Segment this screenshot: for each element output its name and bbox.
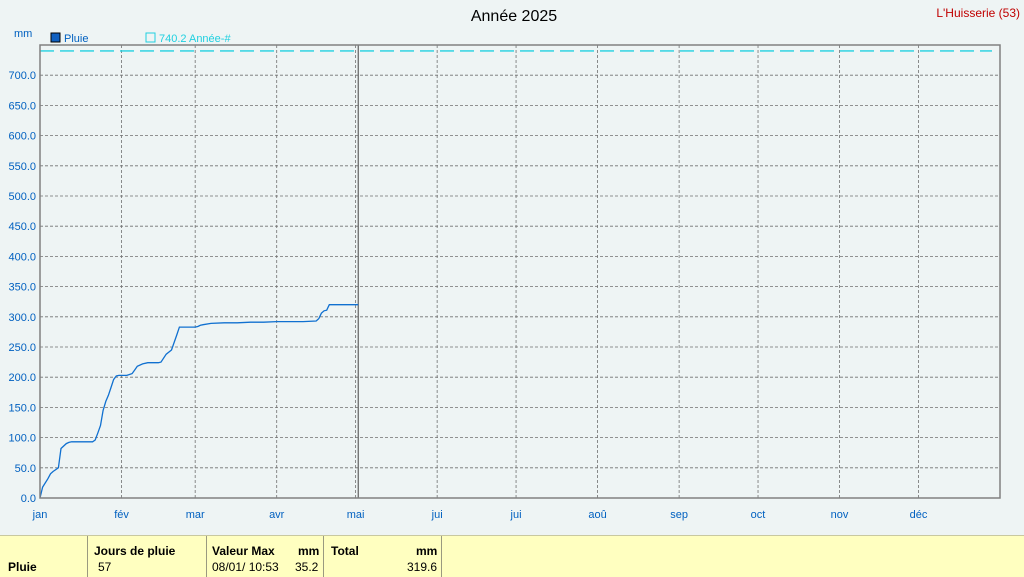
y-axis-unit: mm: [14, 28, 32, 40]
stats-divider: [441, 536, 442, 577]
stats-divider: [206, 536, 207, 577]
y-tick-label: 450.0: [8, 221, 36, 233]
y-tick-label: 600.0: [8, 131, 36, 143]
x-tick-label: fév: [114, 509, 129, 521]
max-value-date: 08/01/ 10:53: [212, 560, 279, 574]
y-tick-label: 50.0: [15, 463, 36, 475]
chart-title: Année 2025: [471, 8, 557, 25]
plot-frame: [39, 44, 1001, 499]
x-tick-label: mai: [347, 509, 365, 521]
y-tick-label: 650.0: [8, 100, 36, 112]
legend-swatch-pluie: [50, 32, 61, 43]
x-tick-label: sep: [670, 509, 688, 521]
rain-days-value: 57: [98, 560, 112, 574]
stats-divider: [87, 536, 88, 577]
x-tick-label: aoû: [588, 509, 606, 521]
station-label: L'Huisserie (53): [936, 6, 1020, 20]
stats-row-label: Pluie: [8, 560, 37, 574]
y-tick-label: 550.0: [8, 161, 36, 173]
series-line-pluie: [39, 304, 359, 499]
legend-label-annee: 740.2 Année-#: [159, 33, 231, 45]
x-tick-label: nov: [831, 509, 849, 521]
total-unit: mm: [416, 544, 438, 558]
legend: Pluie 740.2 Année-#: [50, 32, 231, 45]
y-tick-label: 100.0: [8, 433, 36, 445]
x-tick-label: avr: [269, 509, 285, 521]
x-tick-label: déc: [910, 509, 928, 521]
legend-swatch-annee: [145, 32, 156, 43]
max-value-unit: mm: [298, 544, 320, 558]
x-tick-label: jan: [32, 509, 48, 521]
max-value-amount: 35.2: [295, 560, 319, 574]
y-tick-label: 0.0: [21, 493, 36, 505]
y-tick-label: 250.0: [8, 342, 36, 354]
series-group: [39, 304, 359, 499]
x-tick-label: mar: [186, 509, 205, 521]
y-tick-label: 350.0: [8, 282, 36, 294]
rain-days-header: Jours de pluie: [94, 544, 176, 558]
stats-divider: [323, 536, 324, 577]
max-value-header: Valeur Max: [212, 544, 275, 558]
stats-table: Pluie Jours de pluie 57 Valeur Max mm 08…: [0, 535, 1024, 577]
x-axis-ticks: jan fév mar avr mai jui jui aoû sep oct nov déc: [32, 509, 928, 521]
grid: [40, 45, 1000, 498]
total-header: Total: [331, 544, 359, 558]
y-tick-label: 400.0: [8, 251, 36, 263]
y-tick-label: 500.0: [8, 191, 36, 203]
x-tick-label: oct: [751, 509, 766, 521]
x-tick-label: jui: [510, 509, 522, 521]
y-tick-label: 150.0: [8, 402, 36, 414]
y-tick-label: 700.0: [8, 70, 36, 82]
x-tick-label: jui: [431, 509, 443, 521]
y-tick-label: 200.0: [8, 372, 36, 384]
y-tick-label: 300.0: [8, 312, 36, 324]
y-axis-ticks: 0.0 50.0 100.0 150.0 200.0 250.0 300.0 350.0 400…: [8, 70, 36, 505]
total-value: 319.6: [407, 560, 438, 574]
rainfall-chart: Année 2025 L'Huisserie (53) mm Pluie 740…: [8, 6, 1020, 521]
legend-label-pluie: Pluie: [64, 33, 88, 45]
